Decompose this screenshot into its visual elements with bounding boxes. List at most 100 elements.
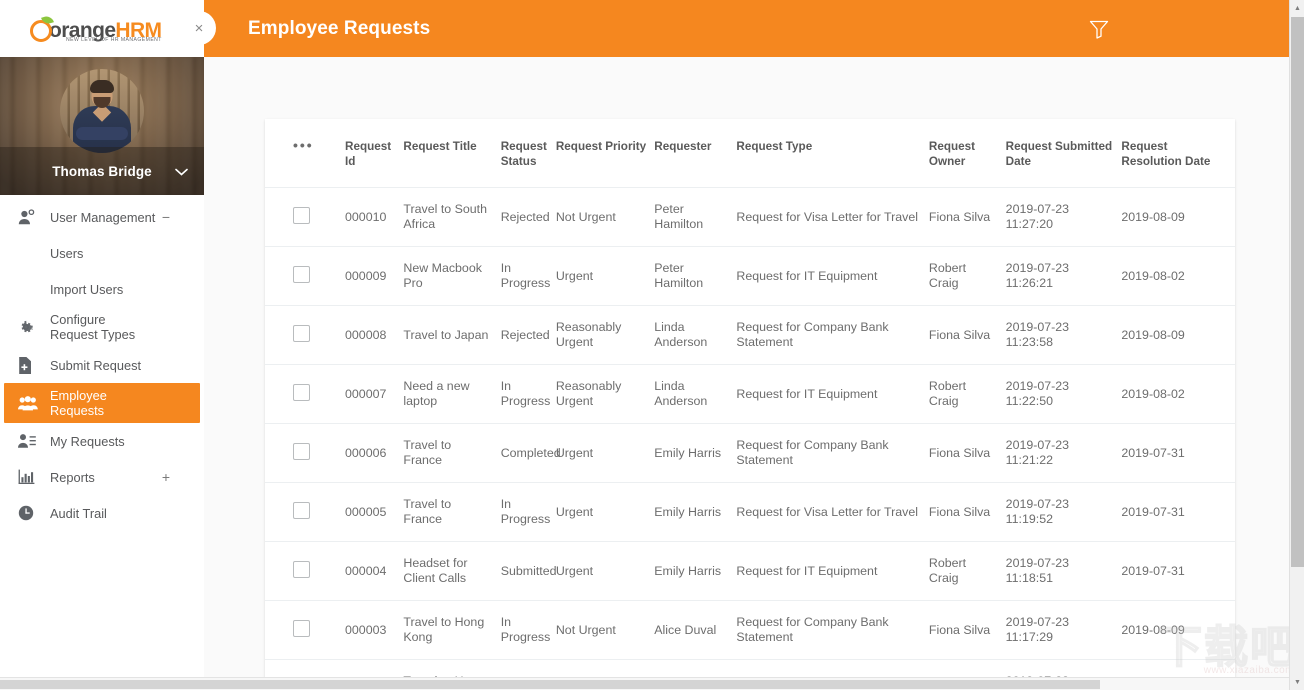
- cell-submitted-date: 2019-07-23 11:22:50: [1005, 364, 1122, 424]
- column-header-request-id[interactable]: Request Id: [345, 119, 404, 188]
- horizontal-scrollbar-thumb[interactable]: [0, 680, 1100, 689]
- row-select-cell[interactable]: [265, 187, 346, 247]
- table-row[interactable]: 000010 Travel to South Africa Rejected Not …: [265, 187, 1235, 247]
- cell-request-type: Request for Visa Letter for Travel: [736, 482, 929, 542]
- row-checkbox[interactable]: [293, 442, 310, 460]
- cell-request-status: Completed: [500, 423, 561, 483]
- sidebar-item-audit-trail[interactable]: Audit Trail: [0, 495, 204, 531]
- column-header-request-owner[interactable]: Request Owner: [928, 119, 1006, 188]
- sidebar-item-configure-request-types[interactable]: Configure Request Types: [0, 307, 204, 347]
- sidebar-item-employee-requests[interactable]: Employee Requests: [4, 383, 200, 423]
- column-header-request-priority[interactable]: Request Priority: [555, 119, 655, 188]
- cell-request-priority: Reasonably Urgent: [555, 305, 655, 365]
- sidebar-item-my-requests[interactable]: My Requests: [0, 423, 204, 459]
- cell-resolution-date: 2019-08-02: [1121, 364, 1235, 424]
- column-header-request-title[interactable]: Request Title: [403, 119, 501, 188]
- row-menu-icon[interactable]: •••: [293, 137, 314, 153]
- cell-request-owner: Fiona Silva: [928, 187, 1006, 247]
- orange-logo-icon: [30, 13, 56, 42]
- cell-request-priority: Urgent: [555, 246, 655, 306]
- row-select-cell[interactable]: [265, 364, 346, 424]
- chevron-down-icon[interactable]: [175, 165, 188, 178]
- table-row[interactable]: 000008 Travel to Japan Rejected Reasonably …: [265, 305, 1235, 365]
- vertical-scrollbar-thumb[interactable]: [1291, 17, 1304, 567]
- table-row[interactable]: 000009 New Macbook Pro In Progress Urgent Pe…: [265, 246, 1235, 306]
- file-add-icon: [18, 356, 42, 374]
- row-select-cell[interactable]: [265, 305, 346, 365]
- table-header-row: ••• Request Id Request Title Request Sta…: [265, 119, 1235, 188]
- row-select-cell[interactable]: [265, 482, 346, 542]
- cell-request-type: Request for Visa Letter for Travel: [736, 187, 929, 247]
- row-select-cell[interactable]: [265, 600, 346, 660]
- profile-block[interactable]: Thomas Bridge: [0, 57, 204, 195]
- main-area: Employee Requests ••• Request Id Request…: [204, 0, 1294, 690]
- cell-request-title: Headset for Client Calls: [403, 541, 501, 601]
- cell-request-title: Travel to France: [403, 482, 501, 542]
- column-header-request-type[interactable]: Request Type: [736, 119, 929, 188]
- cell-request-priority: Urgent: [555, 482, 655, 542]
- cell-request-type: Request for Company Bank Statement: [736, 600, 929, 660]
- scroll-down-arrow-icon[interactable]: ▼: [1290, 674, 1304, 690]
- cell-request-type: Request for IT Equipment: [736, 541, 929, 601]
- sidebar-item-import-users[interactable]: Import Users: [0, 271, 204, 307]
- close-button[interactable]: ×: [182, 11, 216, 45]
- cell-request-type: Request for Company Bank Statement: [736, 423, 929, 483]
- row-checkbox[interactable]: [293, 501, 310, 519]
- vertical-scrollbar[interactable]: ▲ ▼: [1289, 0, 1304, 690]
- expand-toggle-icon[interactable]: +: [162, 470, 170, 484]
- row-checkbox[interactable]: [293, 324, 310, 342]
- column-header-requester[interactable]: Requester: [654, 119, 737, 188]
- cell-resolution-date: 2019-08-02: [1121, 246, 1235, 306]
- cell-resolution-date: 2019-07-31: [1121, 423, 1235, 483]
- column-header-submitted-date[interactable]: Request Submitted Date: [1005, 119, 1122, 188]
- sidebar-item-users[interactable]: Users: [0, 235, 204, 271]
- sidebar-item-label: Submit Request: [50, 357, 142, 373]
- horizontal-scrollbar[interactable]: [0, 677, 1289, 690]
- row-checkbox[interactable]: [293, 206, 310, 224]
- sidebar-item-user-management[interactable]: User Management −: [0, 199, 204, 235]
- sidebar-item-label: Reports: [50, 469, 95, 485]
- cell-request-priority: Urgent: [555, 541, 655, 601]
- table-row[interactable]: 000005 Travel to France In Progress Urgent E…: [265, 482, 1235, 542]
- table-row[interactable]: 000003 Travel to Hong Kong In Progress Not …: [265, 600, 1235, 660]
- filter-icon[interactable]: [1086, 16, 1112, 42]
- table-row[interactable]: 000004 Headset for Client Calls Submitted U…: [265, 541, 1235, 601]
- cell-request-status: In Progress: [500, 482, 556, 542]
- row-checkbox[interactable]: [293, 265, 310, 283]
- cell-request-priority: Urgent: [555, 423, 655, 483]
- cell-request-id: 000006: [345, 423, 404, 483]
- clock-icon: [18, 505, 42, 521]
- cell-submitted-date: 2019-07-23 11:21:22: [1005, 423, 1122, 483]
- cell-resolution-date: 2019-08-09: [1121, 305, 1235, 365]
- sidebar-item-submit-request[interactable]: Submit Request: [0, 347, 204, 383]
- cell-request-title: Need a new laptop: [403, 364, 501, 424]
- cell-submitted-date: 2019-07-23 11:27:20: [1005, 187, 1122, 247]
- sidebar-item-label: Users: [50, 245, 84, 261]
- cell-submitted-date: 2019-07-23 11:17:29: [1005, 600, 1122, 660]
- column-header-menu[interactable]: •••: [265, 119, 346, 188]
- cell-request-type: Request for IT Equipment: [736, 246, 929, 306]
- scroll-up-arrow-icon[interactable]: ▲: [1290, 0, 1304, 16]
- table-row[interactable]: 000006 Travel to France Completed Urgent Emi…: [265, 423, 1235, 483]
- row-checkbox[interactable]: [293, 619, 310, 637]
- user-list-icon: [18, 433, 42, 449]
- cell-request-owner: Fiona Silva: [928, 600, 1006, 660]
- collapse-toggle-icon[interactable]: −: [162, 210, 170, 224]
- table-row[interactable]: 000007 Need a new laptop In Progress Reason…: [265, 364, 1235, 424]
- column-header-request-status[interactable]: Request Status: [500, 119, 556, 188]
- sidebar-item-label: User Management: [50, 209, 156, 225]
- column-header-resolution-date[interactable]: Request Resolution Date: [1121, 119, 1235, 188]
- row-checkbox[interactable]: [293, 383, 310, 401]
- row-select-cell[interactable]: [265, 246, 346, 306]
- row-select-cell[interactable]: [265, 541, 346, 601]
- avatar: [60, 69, 144, 153]
- cell-request-owner: Fiona Silva: [928, 423, 1006, 483]
- cell-submitted-date: 2019-07-23 11:18:51: [1005, 541, 1122, 601]
- app-logo[interactable]: orangeHRM NEW LEVEL OF HR MANAGEMENT: [0, 0, 204, 57]
- cell-request-title: Travel to South Africa: [403, 187, 501, 247]
- row-select-cell[interactable]: [265, 423, 346, 483]
- row-checkbox[interactable]: [293, 560, 310, 578]
- profile-name-bar[interactable]: Thomas Bridge: [0, 147, 204, 195]
- cell-request-title: Travel to Japan: [403, 305, 501, 365]
- sidebar-item-reports[interactable]: Reports +: [0, 459, 204, 495]
